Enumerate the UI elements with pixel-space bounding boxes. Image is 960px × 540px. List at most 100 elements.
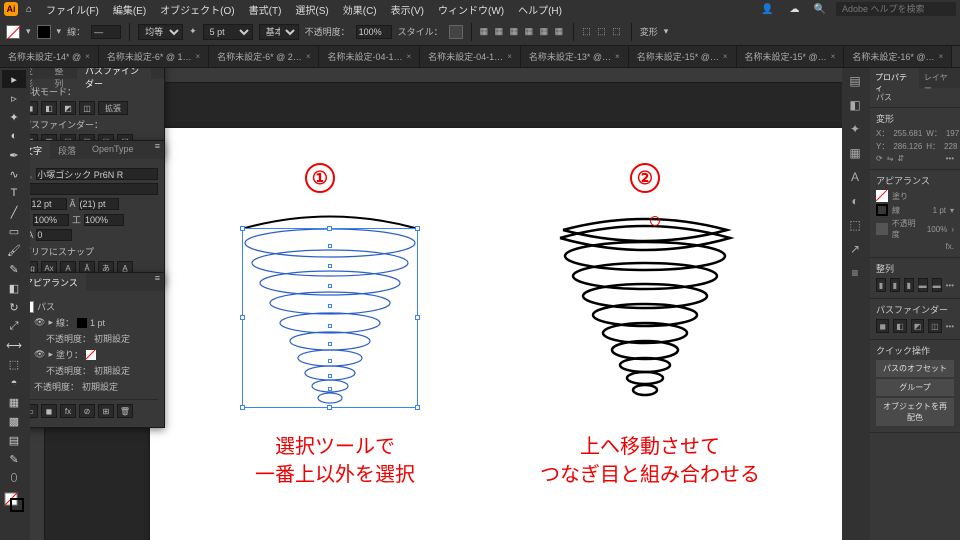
shape-builder-tool[interactable]: ◓: [2, 374, 26, 392]
home-icon[interactable]: ⌂: [20, 2, 38, 17]
transform-label[interactable]: 変形: [640, 25, 658, 38]
panel-menu-icon[interactable]: ≡: [151, 68, 164, 79]
close-icon[interactable]: ×: [615, 52, 620, 61]
menu-view[interactable]: 表示(V): [385, 0, 430, 19]
magic-wand-tool[interactable]: ✦: [2, 108, 26, 126]
recolor-button[interactable]: オブジェクトを再配色: [876, 398, 954, 426]
doc-tab-active[interactable]: 名称未設定-13* @ 150 % (RGB/プレビュー)×: [952, 46, 960, 67]
close-icon[interactable]: ×: [723, 52, 728, 61]
intersect-icon[interactable]: ◩: [60, 101, 76, 115]
panel-menu-icon[interactable]: ≡: [151, 141, 164, 159]
help-search-input[interactable]: [836, 2, 956, 16]
close-icon[interactable]: ×: [195, 52, 200, 61]
minus-front-icon[interactable]: ◧: [893, 319, 906, 333]
chevron-down-icon[interactable]: ▾: [26, 26, 31, 37]
add-fill-icon[interactable]: ◼: [41, 404, 57, 418]
panel-icon[interactable]: ≡: [844, 262, 866, 284]
y-value[interactable]: 286.126: [893, 142, 922, 151]
group-button[interactable]: グループ: [876, 379, 954, 396]
fill-color-swatch[interactable]: [86, 350, 96, 360]
x-value[interactable]: 255.681: [893, 129, 922, 138]
panel-icon[interactable]: ⬚: [844, 214, 866, 236]
align-icons[interactable]: ▦ ▦ ▦ ▦ ▦ ▦: [480, 26, 566, 37]
menu-select[interactable]: 選択(S): [289, 0, 334, 19]
doc-tab[interactable]: 名称未設定-14* @×: [0, 46, 99, 67]
align-right-icon[interactable]: ▮: [904, 278, 914, 292]
menu-edit[interactable]: 編集(E): [107, 0, 152, 19]
align-left-icon[interactable]: ▮: [876, 278, 886, 292]
doc-tab[interactable]: 名称未設定-16* @…×: [844, 46, 952, 67]
leading-input[interactable]: [79, 198, 119, 210]
duplicate-icon[interactable]: ⊞: [98, 404, 114, 418]
tab-opentype[interactable]: OpenType: [84, 141, 142, 159]
menu-object[interactable]: オブジェクト(O): [154, 0, 240, 19]
stroke-swatch[interactable]: [37, 25, 51, 39]
exclude-icon[interactable]: ◫: [928, 319, 941, 333]
panel-icon[interactable]: ▦: [844, 142, 866, 164]
panel-menu-icon[interactable]: ≡: [151, 273, 164, 291]
h-value[interactable]: 228: [944, 142, 957, 151]
transform-icons[interactable]: ⬚ ⬚ ⬚: [582, 26, 623, 37]
rotate-tool[interactable]: ↻: [2, 298, 26, 316]
paintbrush-tool[interactable]: 🖌: [2, 241, 26, 259]
panel-icon[interactable]: ▤: [844, 70, 866, 92]
line-tool[interactable]: ╱: [2, 203, 26, 221]
panel-icon[interactable]: ✦: [844, 118, 866, 140]
clear-icon[interactable]: ⊘: [79, 404, 95, 418]
curvature-tool[interactable]: ∿: [2, 165, 26, 183]
menu-window[interactable]: ウィンドウ(W): [432, 0, 510, 19]
add-effect-icon[interactable]: fx: [60, 404, 76, 418]
font-family-input[interactable]: [36, 168, 158, 180]
menu-effect[interactable]: 効果(C): [337, 0, 383, 19]
selection-bounding-box[interactable]: [242, 228, 418, 408]
expand-button[interactable]: 拡張: [98, 101, 128, 115]
tab-properties[interactable]: プロパティ: [870, 68, 919, 88]
flip-h-icon[interactable]: ⇋: [887, 154, 894, 163]
tab-paragraph[interactable]: 段落: [50, 141, 84, 159]
tab-appearance[interactable]: アピアランス: [30, 273, 86, 291]
fill-swatch[interactable]: [6, 25, 20, 39]
lasso-tool[interactable]: ◐: [2, 127, 26, 145]
scale-tool[interactable]: ⤢: [2, 317, 26, 335]
doc-tab[interactable]: 名称未設定-04-1…×: [319, 46, 420, 67]
gradient-tool[interactable]: ▤: [2, 431, 26, 449]
doc-tab[interactable]: 名称未設定-15* @…×: [737, 46, 845, 67]
doc-tab[interactable]: 名称未設定-6* @ 2…×: [209, 46, 319, 67]
doc-tab[interactable]: 名称未設定-13* @…×: [521, 46, 629, 67]
font-search-icon[interactable]: 🔍: [30, 169, 33, 180]
panel-icon[interactable]: A: [844, 166, 866, 188]
doc-tab[interactable]: 名称未設定-6* @ 1…×: [99, 46, 209, 67]
rotate-icon[interactable]: ⟳: [876, 154, 883, 163]
close-icon[interactable]: ×: [85, 52, 90, 61]
doc-tab[interactable]: 名称未設定-04-1…×: [420, 46, 521, 67]
chevron-down-icon[interactable]: ▾: [664, 26, 669, 37]
kerning-input[interactable]: [36, 229, 72, 241]
unite-icon[interactable]: ◼: [30, 101, 38, 115]
minus-front-icon[interactable]: ◧: [41, 101, 57, 115]
close-icon[interactable]: ×: [306, 52, 311, 61]
hscale-input[interactable]: [84, 214, 124, 226]
brush-def-select[interactable]: 基本: [259, 24, 299, 40]
unite-icon[interactable]: ◼: [876, 319, 889, 333]
tab-layers[interactable]: レイヤー: [919, 68, 960, 88]
align-vcenter-icon[interactable]: ▬: [932, 278, 942, 292]
panel-icon[interactable]: ◐: [844, 190, 866, 212]
free-transform-tool[interactable]: ⬚: [2, 355, 26, 373]
close-icon[interactable]: ×: [831, 52, 836, 61]
stroke-value[interactable]: 1 pt: [90, 318, 105, 328]
vscale-input[interactable]: [33, 214, 69, 226]
stroke-weight-value[interactable]: 1 pt: [933, 206, 946, 215]
type-tool[interactable]: T: [2, 184, 26, 202]
panel-icon[interactable]: ◧: [844, 94, 866, 116]
tab-align[interactable]: 整列: [46, 68, 76, 79]
eye-icon[interactable]: 👁: [34, 317, 45, 328]
selection-tool[interactable]: ▸: [2, 70, 26, 88]
tab-transform[interactable]: 変形: [30, 68, 46, 79]
exclude-icon[interactable]: ◫: [79, 101, 95, 115]
menu-file[interactable]: ファイル(F): [40, 0, 105, 19]
doc-tab[interactable]: 名称未設定-15* @…×: [629, 46, 737, 67]
fill-swatch[interactable]: [876, 190, 888, 202]
user-icon[interactable]: 👤: [755, 2, 779, 17]
blend-tool[interactable]: ⬯: [2, 469, 26, 487]
stroke-weight-input[interactable]: [91, 25, 121, 39]
